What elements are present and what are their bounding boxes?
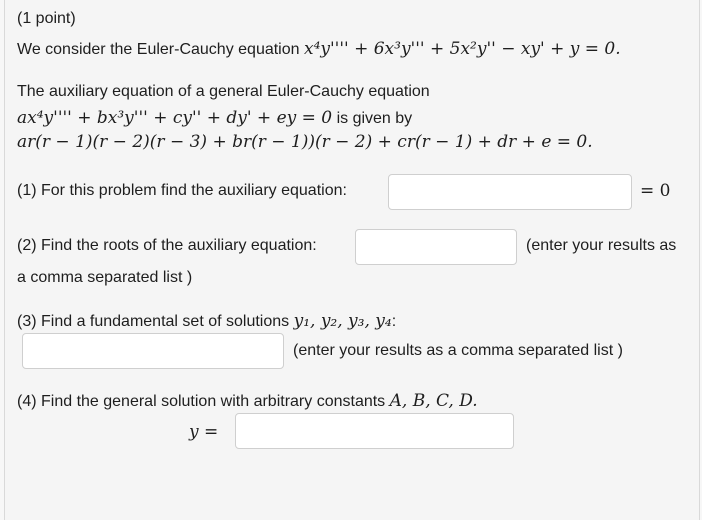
q4-label-text: (4) Find the general solution with arbit… bbox=[17, 393, 390, 410]
aux-line-2: ax⁴y'''' + bx³y''' + cy'' + dy' + ey = 0… bbox=[17, 108, 412, 128]
intro-text: We consider the Euler-Cauchy equation x⁴… bbox=[17, 39, 621, 59]
general-equation: ax⁴y'''' + bx³y''' + cy'' + dy' + ey = 0 bbox=[17, 108, 333, 128]
q4-label: (4) Find the general solution with arbit… bbox=[17, 391, 478, 411]
auxiliary-formula: ar(r − 1)(r − 2)(r − 3) + br(r − 1))(r −… bbox=[17, 132, 593, 152]
q3-label: (3) Find a fundamental set of solutions … bbox=[17, 311, 396, 331]
q3-label-colon: : bbox=[391, 313, 397, 330]
q2-answer-input[interactable] bbox=[355, 229, 517, 265]
q2-hint-continued: a comma separated list ) bbox=[17, 269, 193, 286]
general-solution-y-label: y = bbox=[189, 422, 219, 442]
q3-hint: (enter your results as a comma separated… bbox=[293, 342, 623, 359]
q1-equals-zero: = 0 bbox=[640, 181, 671, 201]
euler-cauchy-equation: x⁴y'''' + 6x³y''' + 5x²y'' − xy' + y = 0… bbox=[303, 39, 621, 59]
q4-answer-input[interactable] bbox=[235, 413, 514, 449]
q2-hint: (enter your results as bbox=[526, 237, 677, 254]
q3-label-text: (3) Find a fundamental set of solutions bbox=[17, 313, 294, 330]
aux-line-2-text: is given by bbox=[332, 110, 413, 127]
points-label: (1 point) bbox=[17, 10, 76, 27]
q1-label: (1) For this problem find the auxiliary … bbox=[17, 182, 347, 199]
solution-symbols: y₁, y₂, y₃, y₄ bbox=[293, 311, 392, 331]
q3-answer-input[interactable] bbox=[22, 333, 284, 369]
q1-answer-input[interactable] bbox=[388, 174, 632, 210]
aux-line-1: The auxiliary equation of a general Eule… bbox=[17, 83, 430, 100]
intro-prefix: We consider the Euler-Cauchy equation bbox=[17, 41, 304, 58]
q2-label: (2) Find the roots of the auxiliary equa… bbox=[17, 237, 317, 254]
problem-panel: (1 point) We consider the Euler-Cauchy e… bbox=[4, 0, 700, 520]
constants-symbols: A, B, C, D. bbox=[389, 391, 478, 411]
